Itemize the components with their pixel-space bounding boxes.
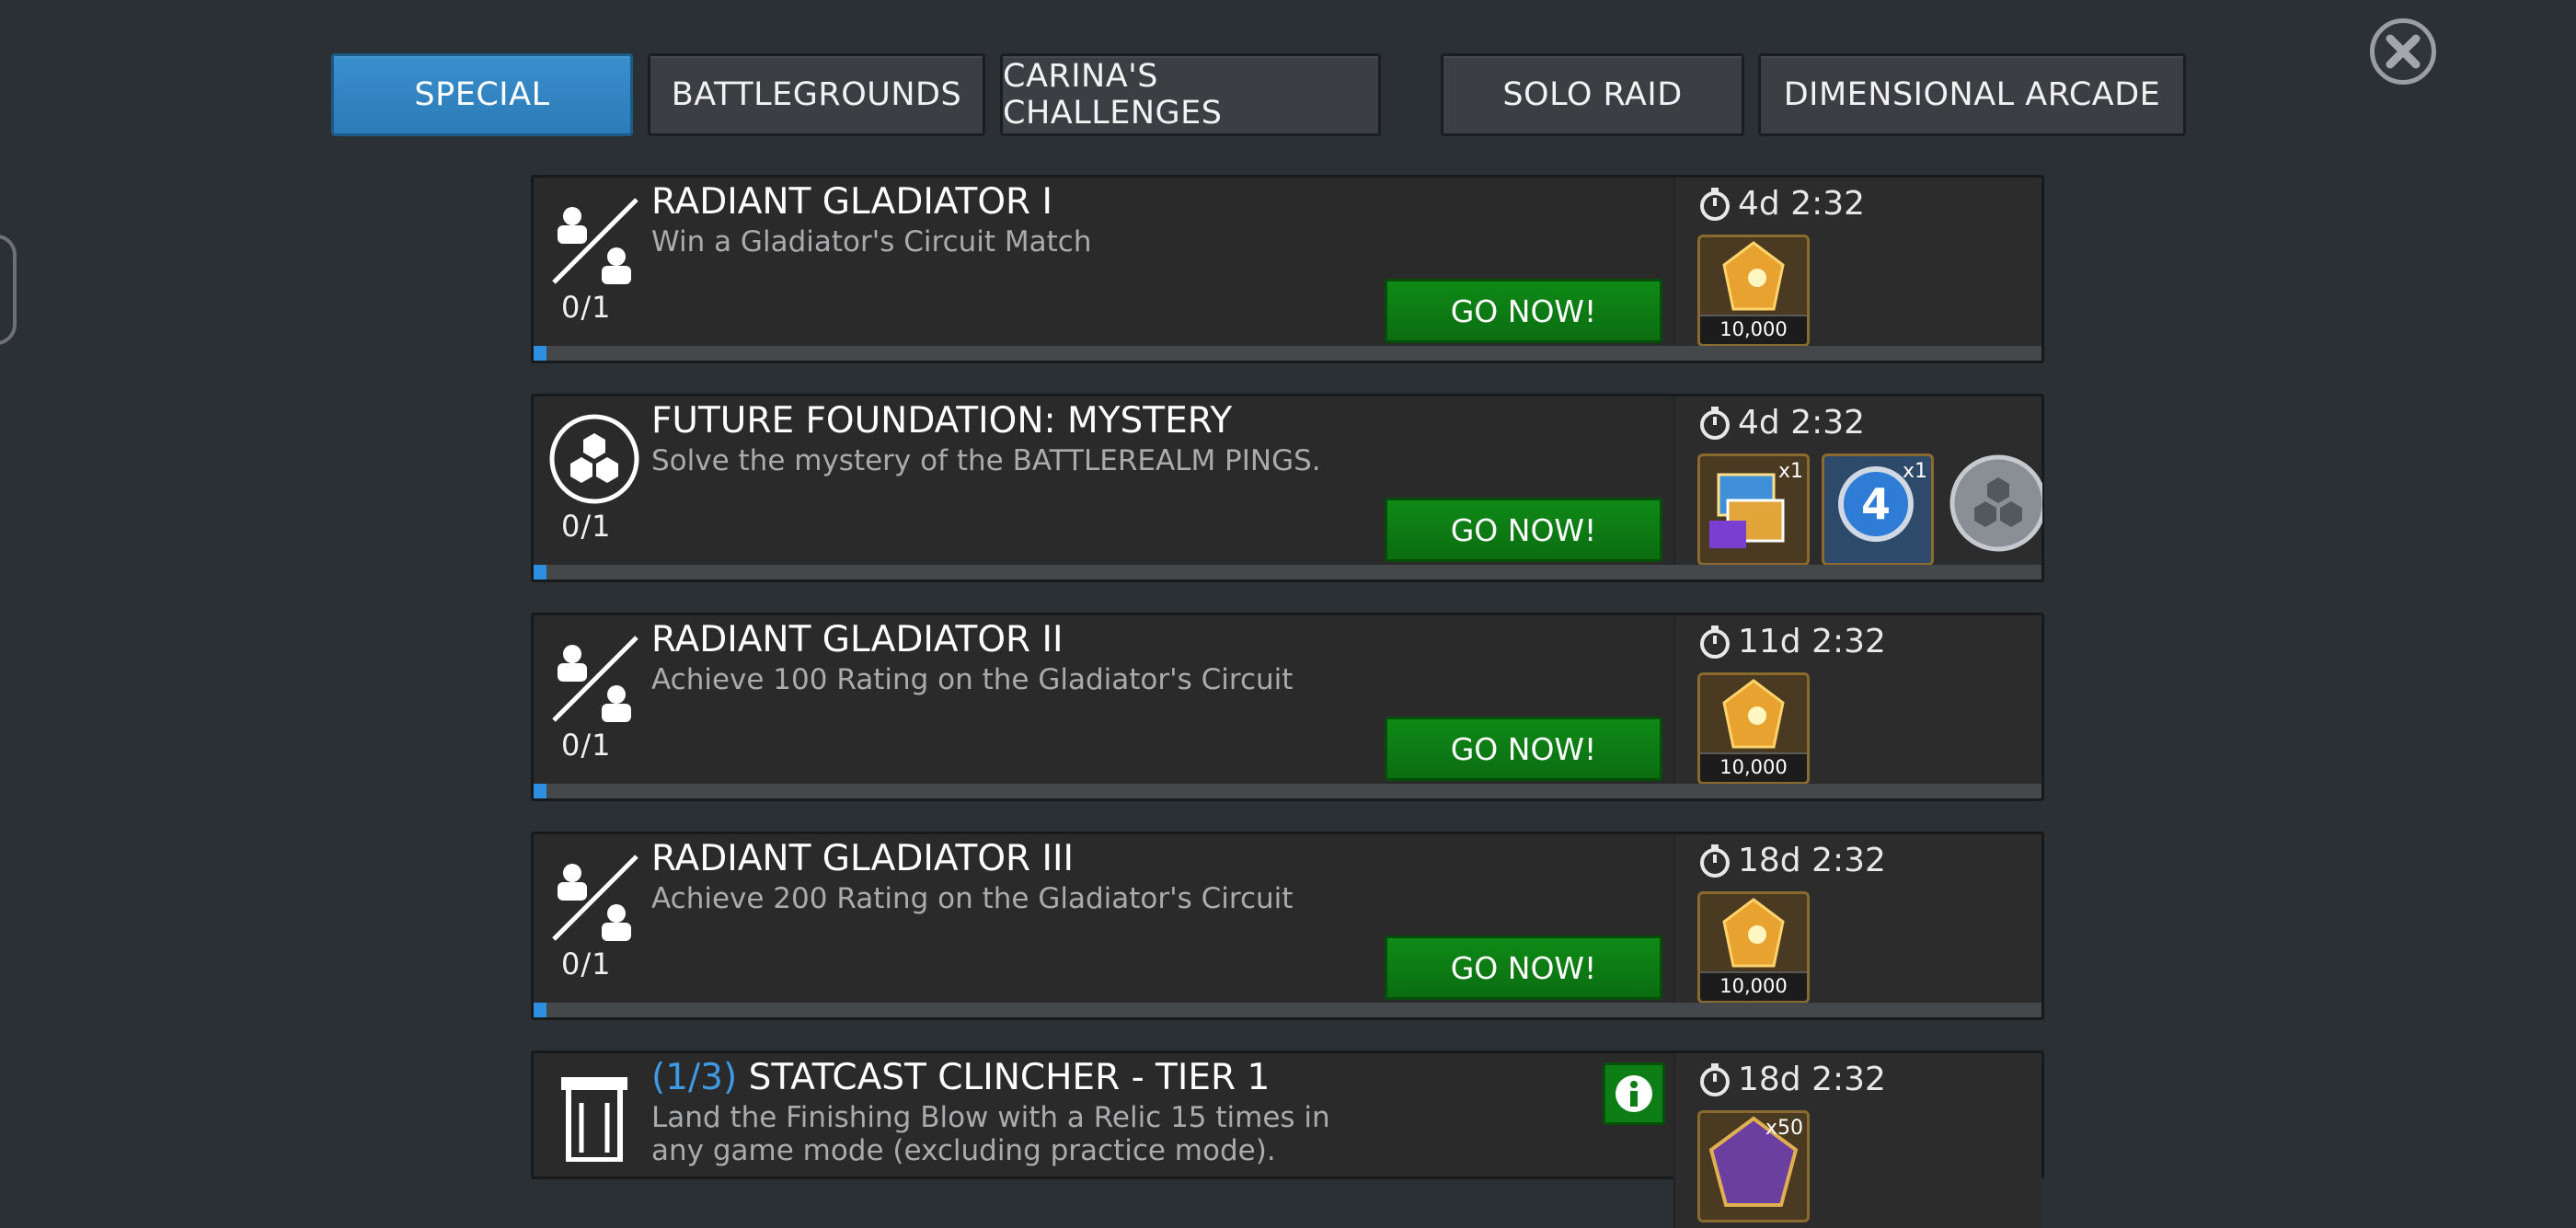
- quest-title: FUTURE FOUNDATION: MYSTERY: [651, 400, 1233, 442]
- go-now-label: GO NOW!: [1450, 730, 1597, 767]
- go-now-button[interactable]: GO NOW!: [1385, 498, 1662, 562]
- quest-timer: 18d 2:32: [1697, 1061, 1886, 1098]
- quest-title-text: STATCAST CLINCHER - TIER 1: [748, 1057, 1271, 1098]
- quest-timer: 4d 2:32: [1697, 185, 1865, 223]
- close-icon: [2386, 34, 2421, 69]
- go-now-label: GO NOW!: [1450, 949, 1597, 986]
- progress-fill: [534, 346, 546, 361]
- quest-card: 0/1 FUTURE FOUNDATION: MYSTERY Solve the…: [531, 394, 2044, 582]
- stopwatch-icon: [1700, 1062, 1730, 1096]
- info-icon: [1616, 1075, 1652, 1112]
- go-now-button[interactable]: GO NOW!: [1385, 279, 1662, 343]
- quest-title: RADIANT GLADIATOR I: [651, 181, 1053, 223]
- go-now-button[interactable]: GO NOW!: [1385, 935, 1662, 1000]
- timer-text: 11d 2:32: [1738, 623, 1886, 660]
- tab-carinas-challenges[interactable]: CARINA'S CHALLENGES: [1000, 53, 1381, 136]
- quest-description: Win a Gladiator's Circuit Match: [651, 225, 1092, 258]
- gold-crystal-icon: [1722, 898, 1785, 968]
- gold-crystal-icon: [1722, 679, 1785, 749]
- tab-label: BATTLEGROUNDS: [671, 76, 962, 113]
- stopwatch-icon: [1700, 625, 1730, 659]
- info-button[interactable]: [1603, 1062, 1665, 1125]
- tab-label: CARINA'S CHALLENGES: [1003, 58, 1223, 132]
- quest-description: Achieve 100 Rating on the Gladiator's Ci…: [651, 663, 1294, 696]
- stopwatch-icon: [1700, 406, 1730, 440]
- progress-counter: 0/1: [561, 290, 612, 325]
- go-now-button[interactable]: GO NOW!: [1385, 717, 1662, 781]
- progress-bar: [534, 346, 2041, 361]
- side-panel-handle[interactable]: [0, 235, 17, 345]
- quest-card: 0/1 RADIANT GLADIATOR II Achieve 100 Rat…: [531, 613, 2044, 801]
- gladiator-icon: [552, 636, 638, 722]
- reward-amount: 10,000: [1700, 315, 1807, 344]
- reward-item[interactable]: 10,000: [1697, 891, 1810, 1004]
- future-foundation-icon: [549, 414, 639, 504]
- reward-item[interactable]: 4 x1: [1822, 453, 1934, 566]
- stopwatch-icon: [1700, 187, 1730, 221]
- quest-title: RADIANT GLADIATOR III: [651, 838, 1075, 879]
- quest-description: Solve the mystery of the BATTLEREALM PIN…: [651, 444, 1321, 477]
- progress-counter: 0/1: [561, 728, 612, 763]
- timer-text: 18d 2:32: [1738, 842, 1886, 879]
- close-button[interactable]: [2370, 18, 2436, 85]
- progress-bar: [534, 565, 2041, 580]
- tab-special[interactable]: SPECIAL: [331, 53, 633, 136]
- progress-fill: [534, 565, 546, 580]
- reward-item[interactable]: x1: [1697, 453, 1810, 566]
- reward-item[interactable]: [1949, 453, 2042, 555]
- go-now-label: GO NOW!: [1450, 293, 1597, 329]
- quest-description: Achieve 200 Rating on the Gladiator's Ci…: [651, 882, 1294, 915]
- reward-item[interactable]: 10,000: [1697, 672, 1810, 785]
- reward-multiplier: x1: [1777, 460, 1803, 483]
- progress-counter: 0/1: [561, 947, 612, 981]
- progress-fill: [534, 784, 546, 798]
- hexagon-token-icon: [1949, 454, 2042, 552]
- progress-fill: [534, 1003, 546, 1017]
- quest-description: Land the Finishing Blow with a Relic 15 …: [651, 1101, 1330, 1167]
- reward-multiplier: x50: [1765, 1117, 1803, 1140]
- tab-label: SOLO RAID: [1502, 76, 1683, 113]
- tab-battlegrounds[interactable]: BATTLEGROUNDS: [648, 53, 985, 136]
- svg-text:4: 4: [1861, 479, 1891, 529]
- tab-solo-raid[interactable]: SOLO RAID: [1441, 53, 1744, 136]
- reward-item[interactable]: x50: [1697, 1110, 1810, 1222]
- quest-card: (1/3) STATCAST CLINCHER - TIER 1 Land th…: [531, 1050, 2044, 1228]
- progress-counter: 0/1: [561, 509, 612, 544]
- quest-title: (1/3) STATCAST CLINCHER - TIER 1: [651, 1057, 1270, 1098]
- progress-bar: [534, 1003, 2041, 1017]
- quest-card: 0/1 RADIANT GLADIATOR I Win a Gladiator'…: [531, 175, 2044, 363]
- progress-bar: [534, 784, 2041, 798]
- quest-timer: 11d 2:32: [1697, 623, 1886, 660]
- relic-tower-icon: [561, 1077, 627, 1162]
- reward-multiplier: x1: [1902, 460, 1927, 483]
- reward-amount: 10,000: [1700, 752, 1807, 782]
- quest-timer: 4d 2:32: [1697, 404, 1865, 442]
- timer-text: 4d 2:32: [1738, 185, 1866, 223]
- quest-card: 0/1 RADIANT GLADIATOR III Achieve 200 Ra…: [531, 832, 2044, 1020]
- timer-text: 18d 2:32: [1738, 1061, 1886, 1098]
- gladiator-icon: [552, 198, 638, 284]
- quest-title: RADIANT GLADIATOR II: [651, 619, 1064, 660]
- timer-text: 4d 2:32: [1738, 404, 1866, 442]
- tab-label: SPECIAL: [414, 76, 550, 113]
- quest-tier-prefix: (1/3): [651, 1057, 738, 1098]
- reward-amount: 10,000: [1700, 971, 1807, 1001]
- gold-crystal-icon: [1722, 241, 1785, 311]
- go-now-label: GO NOW!: [1450, 511, 1597, 548]
- tab-label: DIMENSIONAL ARCADE: [1783, 76, 2161, 113]
- reward-item[interactable]: 10,000: [1697, 235, 1810, 347]
- quest-timer: 18d 2:32: [1697, 842, 1886, 879]
- stopwatch-icon: [1700, 844, 1730, 878]
- tab-dimensional-arcade[interactable]: DIMENSIONAL ARCADE: [1758, 53, 2186, 136]
- gladiator-icon: [552, 855, 638, 941]
